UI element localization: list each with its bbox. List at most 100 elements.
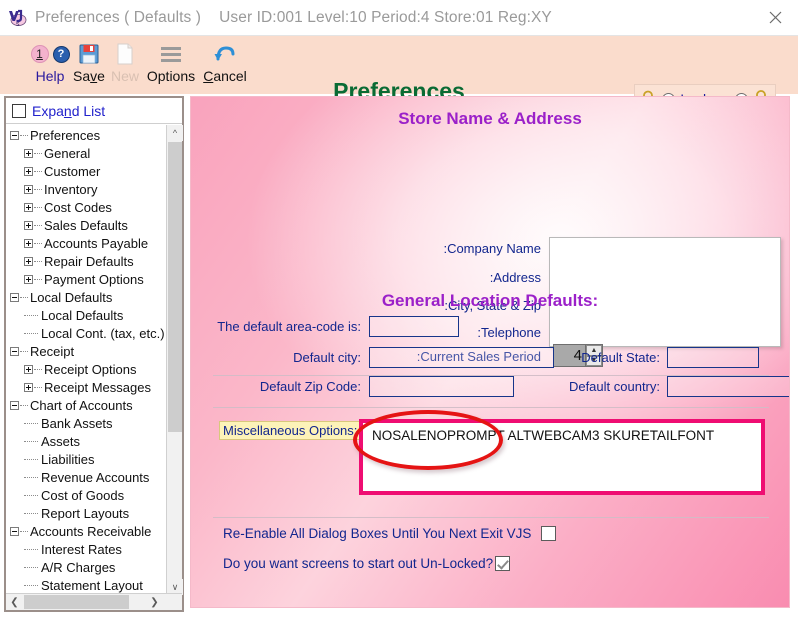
default-country-input[interactable] bbox=[667, 376, 789, 397]
default-city-input[interactable] bbox=[369, 347, 554, 368]
tree-expand-icon[interactable] bbox=[24, 238, 33, 248]
tree-collapse-icon[interactable] bbox=[10, 292, 19, 302]
miscellaneous-options-label: Miscellaneous Options: bbox=[219, 421, 361, 440]
help-button[interactable]: 1 ? Help bbox=[30, 41, 70, 84]
tree-connector bbox=[34, 188, 42, 190]
tree-leaf-connector bbox=[24, 584, 38, 586]
cancel-button[interactable]: Cancel bbox=[200, 41, 250, 84]
tree-vertical-scroll-thumb[interactable] bbox=[168, 142, 182, 432]
miscellaneous-options-value: NOSALENOPROMPT ALTWEBCAM3 SKURETAILFONT bbox=[372, 428, 715, 443]
tree-horizontal-scroll-thumb[interactable] bbox=[24, 595, 129, 609]
tree-item-label: Payment Options bbox=[44, 271, 144, 287]
tree-expand-icon[interactable] bbox=[24, 364, 33, 374]
preferences-form-panel: Store Name & Address :Company Name :Addr… bbox=[190, 96, 790, 608]
unlocked-screens-checkbox[interactable] bbox=[495, 556, 510, 571]
tree-connector bbox=[20, 530, 28, 532]
tree-item[interactable]: Bank Assets bbox=[6, 414, 164, 432]
window-status-info: User ID:001 Level:10 Period:4 Store:01 R… bbox=[219, 8, 552, 26]
tree-connector bbox=[34, 260, 42, 262]
reenable-dialogs-row[interactable]: Re-Enable All Dialog Boxes Until You Nex… bbox=[223, 526, 557, 541]
tree-item-label: Cost of Goods bbox=[41, 487, 125, 503]
miscellaneous-options-input[interactable]: NOSALENOPROMPT ALTWEBCAM3 SKURETAILFONT bbox=[359, 419, 765, 495]
tree-item[interactable]: Local Cont. (tax, etc.) bbox=[6, 324, 165, 342]
tree-collapse-icon[interactable] bbox=[10, 130, 19, 140]
tree-item[interactable]: Payment Options bbox=[6, 270, 164, 288]
tree-horizontal-scrollbar[interactable]: ❮ ❯ bbox=[6, 593, 182, 610]
vjs-logo-icon: s bbox=[7, 8, 27, 28]
tree-item[interactable]: Receipt bbox=[6, 342, 164, 360]
floppy-disk-save-icon bbox=[78, 41, 100, 67]
tree-list: Preferences General Customer Inventory Cost … bbox=[6, 125, 165, 594]
default-state-input[interactable] bbox=[667, 347, 759, 368]
area-code-input[interactable] bbox=[369, 316, 459, 337]
tree-item[interactable]: Local Defaults bbox=[6, 288, 164, 306]
tree-vertical-scrollbar[interactable]: ^ ∨ bbox=[166, 125, 183, 595]
default-zip-input[interactable] bbox=[369, 376, 514, 397]
tree-item[interactable]: Receipt Options bbox=[6, 360, 164, 378]
tree-item-label: Repair Defaults bbox=[44, 253, 134, 269]
save-label: Save bbox=[73, 68, 105, 84]
tree-item[interactable]: Cost Codes bbox=[6, 198, 164, 216]
tree-connector bbox=[34, 170, 42, 172]
tree-expand-icon[interactable] bbox=[24, 382, 33, 392]
tree-item[interactable]: Local Defaults bbox=[6, 306, 164, 324]
tree-item[interactable]: Receipt Messages bbox=[6, 378, 164, 396]
unlocked-screens-row[interactable]: Do you want screens to start out Un-Lock… bbox=[223, 556, 543, 571]
divider-2 bbox=[213, 407, 769, 408]
reenable-dialogs-checkbox[interactable] bbox=[541, 526, 557, 541]
save-button[interactable]: Save bbox=[72, 41, 106, 84]
tree-item[interactable]: Chart of Accounts bbox=[6, 396, 164, 414]
tree-item-label: Liabilities bbox=[41, 451, 95, 467]
expand-list-checkbox[interactable] bbox=[12, 103, 26, 118]
expand-list-row[interactable]: Expand List bbox=[6, 98, 182, 124]
tree-item[interactable]: Repair Defaults bbox=[6, 252, 164, 270]
new-page-icon bbox=[115, 41, 135, 67]
tree-item[interactable]: Statement Layout bbox=[6, 576, 164, 594]
unlocked-screens-label: Do you want screens to start out Un-Lock… bbox=[223, 556, 494, 571]
tree-item[interactable]: Accounts Receivable bbox=[6, 522, 164, 540]
tree-expand-icon[interactable] bbox=[24, 274, 33, 284]
tree-item-label: Chart of Accounts bbox=[30, 397, 133, 413]
tree-item[interactable]: Report Layouts bbox=[6, 504, 164, 522]
help-badge-row: 1 ? bbox=[30, 41, 70, 67]
chevron-left-icon[interactable]: ❮ bbox=[6, 594, 23, 610]
tree-item[interactable]: Accounts Payable bbox=[6, 234, 164, 252]
tree-item[interactable]: General bbox=[6, 144, 164, 162]
tree-collapse-icon[interactable] bbox=[10, 526, 19, 536]
tree-collapse-icon[interactable] bbox=[10, 400, 19, 410]
close-icon[interactable] bbox=[752, 0, 798, 35]
tree-scroll-viewport: Preferences General Customer Inventory Cost … bbox=[6, 125, 182, 595]
area-code-label: The default area-code is: bbox=[217, 319, 361, 334]
chevron-right-icon[interactable]: ❯ bbox=[146, 594, 163, 610]
tree-connector bbox=[20, 296, 28, 298]
tree-item[interactable]: Preferences bbox=[6, 126, 164, 144]
tree-item[interactable]: A/R Charges bbox=[6, 558, 164, 576]
address-label: :Address bbox=[489, 270, 541, 285]
tree-item[interactable]: Assets bbox=[6, 432, 164, 450]
tree-item[interactable]: Cost of Goods bbox=[6, 486, 164, 504]
new-label: New bbox=[110, 68, 139, 84]
tree-expand-icon[interactable] bbox=[24, 184, 33, 194]
tree-item[interactable]: Liabilities bbox=[6, 450, 164, 468]
chevron-up-icon[interactable]: ^ bbox=[167, 125, 183, 141]
tree-expand-icon[interactable] bbox=[24, 166, 33, 176]
tree-item[interactable]: Revenue Accounts bbox=[6, 468, 164, 486]
tree-expand-icon[interactable] bbox=[24, 202, 33, 212]
tree-expand-icon[interactable] bbox=[24, 148, 33, 158]
tree-expand-icon[interactable] bbox=[24, 256, 33, 266]
expand-list-label: Expand List bbox=[32, 102, 106, 119]
reenable-dialogs-label: Re-Enable All Dialog Boxes Until You Nex… bbox=[223, 526, 532, 541]
options-button[interactable]: Options bbox=[144, 41, 198, 84]
tree-item-label: Local Defaults bbox=[30, 289, 113, 305]
tree-item[interactable]: Inventory bbox=[6, 180, 164, 198]
tree-item[interactable]: Interest Rates bbox=[6, 540, 164, 558]
tree-item-label: Cost Codes bbox=[44, 199, 112, 215]
undo-arrow-icon bbox=[213, 41, 237, 67]
tree-leaf-connector bbox=[24, 494, 38, 496]
tree-item[interactable]: Customer bbox=[6, 162, 164, 180]
tree-connector bbox=[20, 350, 28, 352]
tree-collapse-icon[interactable] bbox=[10, 346, 19, 356]
tree-item[interactable]: Sales Defaults bbox=[6, 216, 164, 234]
tree-connector bbox=[34, 242, 42, 244]
tree-expand-icon[interactable] bbox=[24, 220, 33, 230]
